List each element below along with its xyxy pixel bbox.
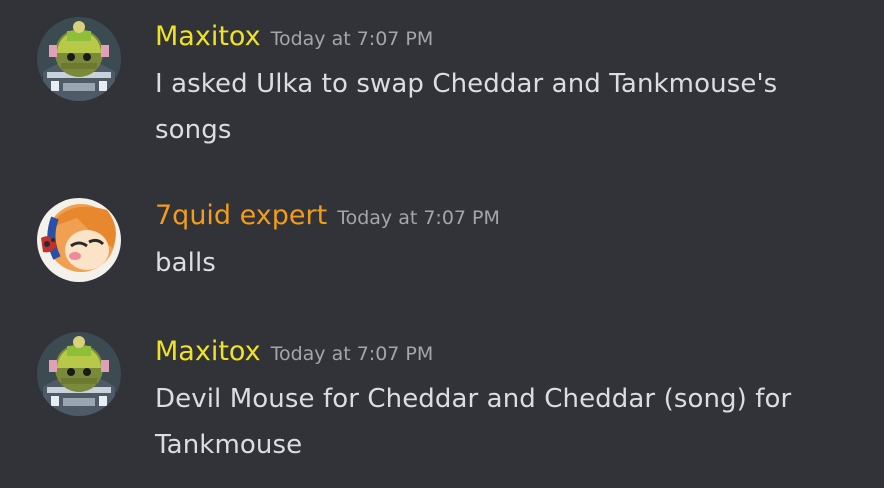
message-timestamp: Today at 7:07 PM bbox=[270, 343, 434, 365]
maxitox-avatar[interactable] bbox=[37, 17, 121, 101]
maxitox-avatar[interactable] bbox=[37, 332, 121, 416]
robot-avatar-icon bbox=[37, 332, 121, 416]
robot-avatar-icon bbox=[37, 17, 121, 101]
author-name[interactable]: Maxitox bbox=[155, 21, 261, 52]
message-timestamp: Today at 7:07 PM bbox=[337, 207, 500, 229]
squid-expert-avatar[interactable] bbox=[37, 198, 121, 282]
message-header: Maxitox Today at 7:07 PM bbox=[155, 17, 433, 57]
message-header: Maxitox Today at 7:07 PM bbox=[155, 332, 433, 372]
chat-message-list: Maxitox Today at 7:07 PM I asked Ulka to … bbox=[0, 0, 884, 488]
message-timestamp: Today at 7:07 PM bbox=[270, 28, 434, 50]
author-name[interactable]: 7quid expert bbox=[155, 200, 327, 231]
message-header: 7quid expert Today at 7:07 PM bbox=[155, 196, 500, 236]
message-content: balls bbox=[155, 248, 216, 278]
character-avatar-icon bbox=[37, 198, 121, 282]
message-content: I asked Ulka to swap Cheddar and Tankmou… bbox=[155, 69, 778, 145]
author-name[interactable]: Maxitox bbox=[155, 336, 261, 367]
message-content: Devil Mouse for Cheddar and Cheddar (son… bbox=[155, 384, 792, 460]
